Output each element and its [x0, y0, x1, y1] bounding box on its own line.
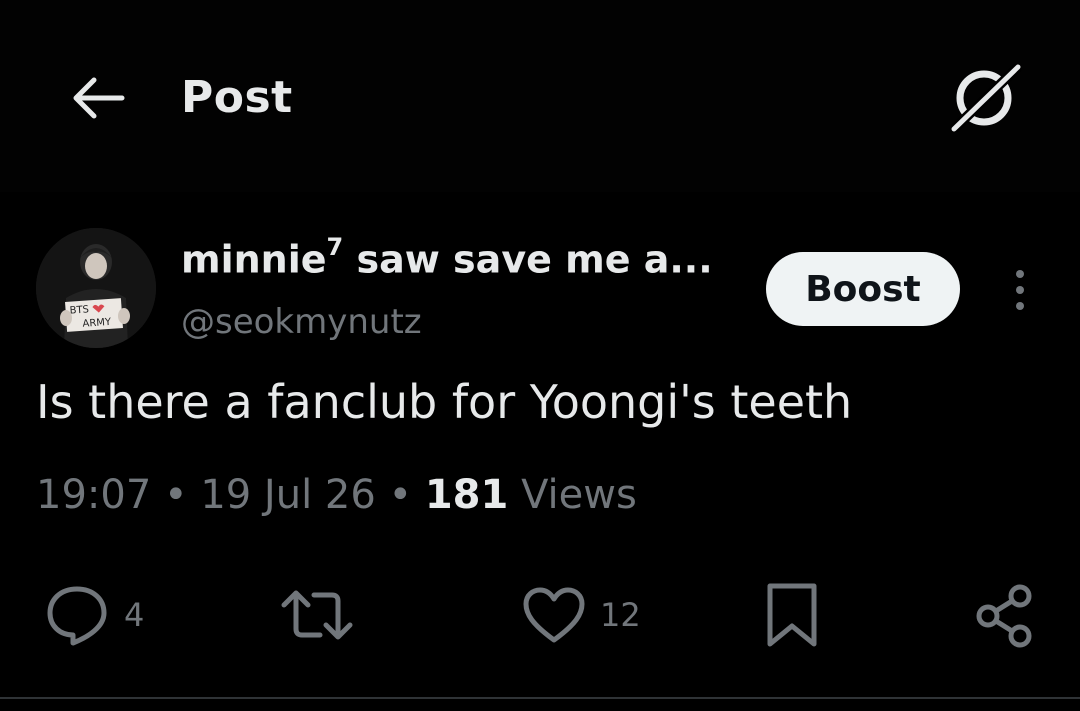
svg-text:ARMY: ARMY: [82, 317, 112, 330]
arrow-left-icon: [73, 77, 125, 119]
reply-count: 4: [124, 596, 145, 634]
author-handle[interactable]: @seokmynutz: [181, 302, 422, 342]
post-detail-screen: Post BTS ARMY minnie7 saw save me a... @…: [0, 0, 1080, 711]
bookmark-button[interactable]: [762, 580, 822, 650]
views-count: 181: [424, 472, 509, 518]
like-button[interactable]: 12: [522, 580, 641, 650]
post-meta: 19:07 • 19 Jul 26 • 181 Views: [36, 472, 637, 518]
grok-button[interactable]: [944, 62, 1024, 134]
display-name-text: minnie: [181, 237, 327, 282]
grok-icon: [950, 63, 1022, 133]
more-dot-icon: [1016, 286, 1024, 294]
display-name-superscript: 7: [326, 233, 344, 261]
more-options-button[interactable]: [998, 262, 1042, 318]
like-count: 12: [600, 596, 641, 634]
repost-button[interactable]: [278, 580, 370, 650]
boost-button[interactable]: Boost: [766, 252, 960, 326]
share-icon: [976, 584, 1032, 648]
share-button[interactable]: [972, 580, 1038, 650]
heart-icon: [523, 587, 585, 643]
meta-separator: •: [375, 472, 425, 518]
views-label: Views: [521, 472, 637, 518]
meta-separator: •: [151, 472, 201, 518]
svg-text:BTS: BTS: [69, 304, 89, 316]
back-button[interactable]: [62, 70, 132, 126]
post-text: Is there a fanclub for Yoongi's teeth: [36, 375, 853, 429]
avatar-photo: BTS ARMY: [36, 228, 156, 348]
post-date[interactable]: 19 Jul 26: [200, 472, 376, 518]
author-display-name[interactable]: minnie7 saw save me a...: [181, 233, 713, 282]
repost-icon: [281, 590, 353, 640]
reply-icon: [47, 586, 107, 646]
display-name-rest: saw save me a...: [343, 237, 713, 282]
page-title: Post: [181, 72, 293, 123]
top-app-bar: Post: [0, 0, 1080, 192]
more-dot-icon: [1016, 302, 1024, 310]
bottom-divider: [0, 697, 1080, 699]
more-dot-icon: [1016, 270, 1024, 278]
reply-button[interactable]: 4: [44, 580, 144, 650]
avatar[interactable]: BTS ARMY: [36, 228, 156, 348]
bookmark-icon: [767, 583, 817, 647]
views-space: [508, 472, 521, 518]
post-time[interactable]: 19:07: [36, 472, 151, 518]
